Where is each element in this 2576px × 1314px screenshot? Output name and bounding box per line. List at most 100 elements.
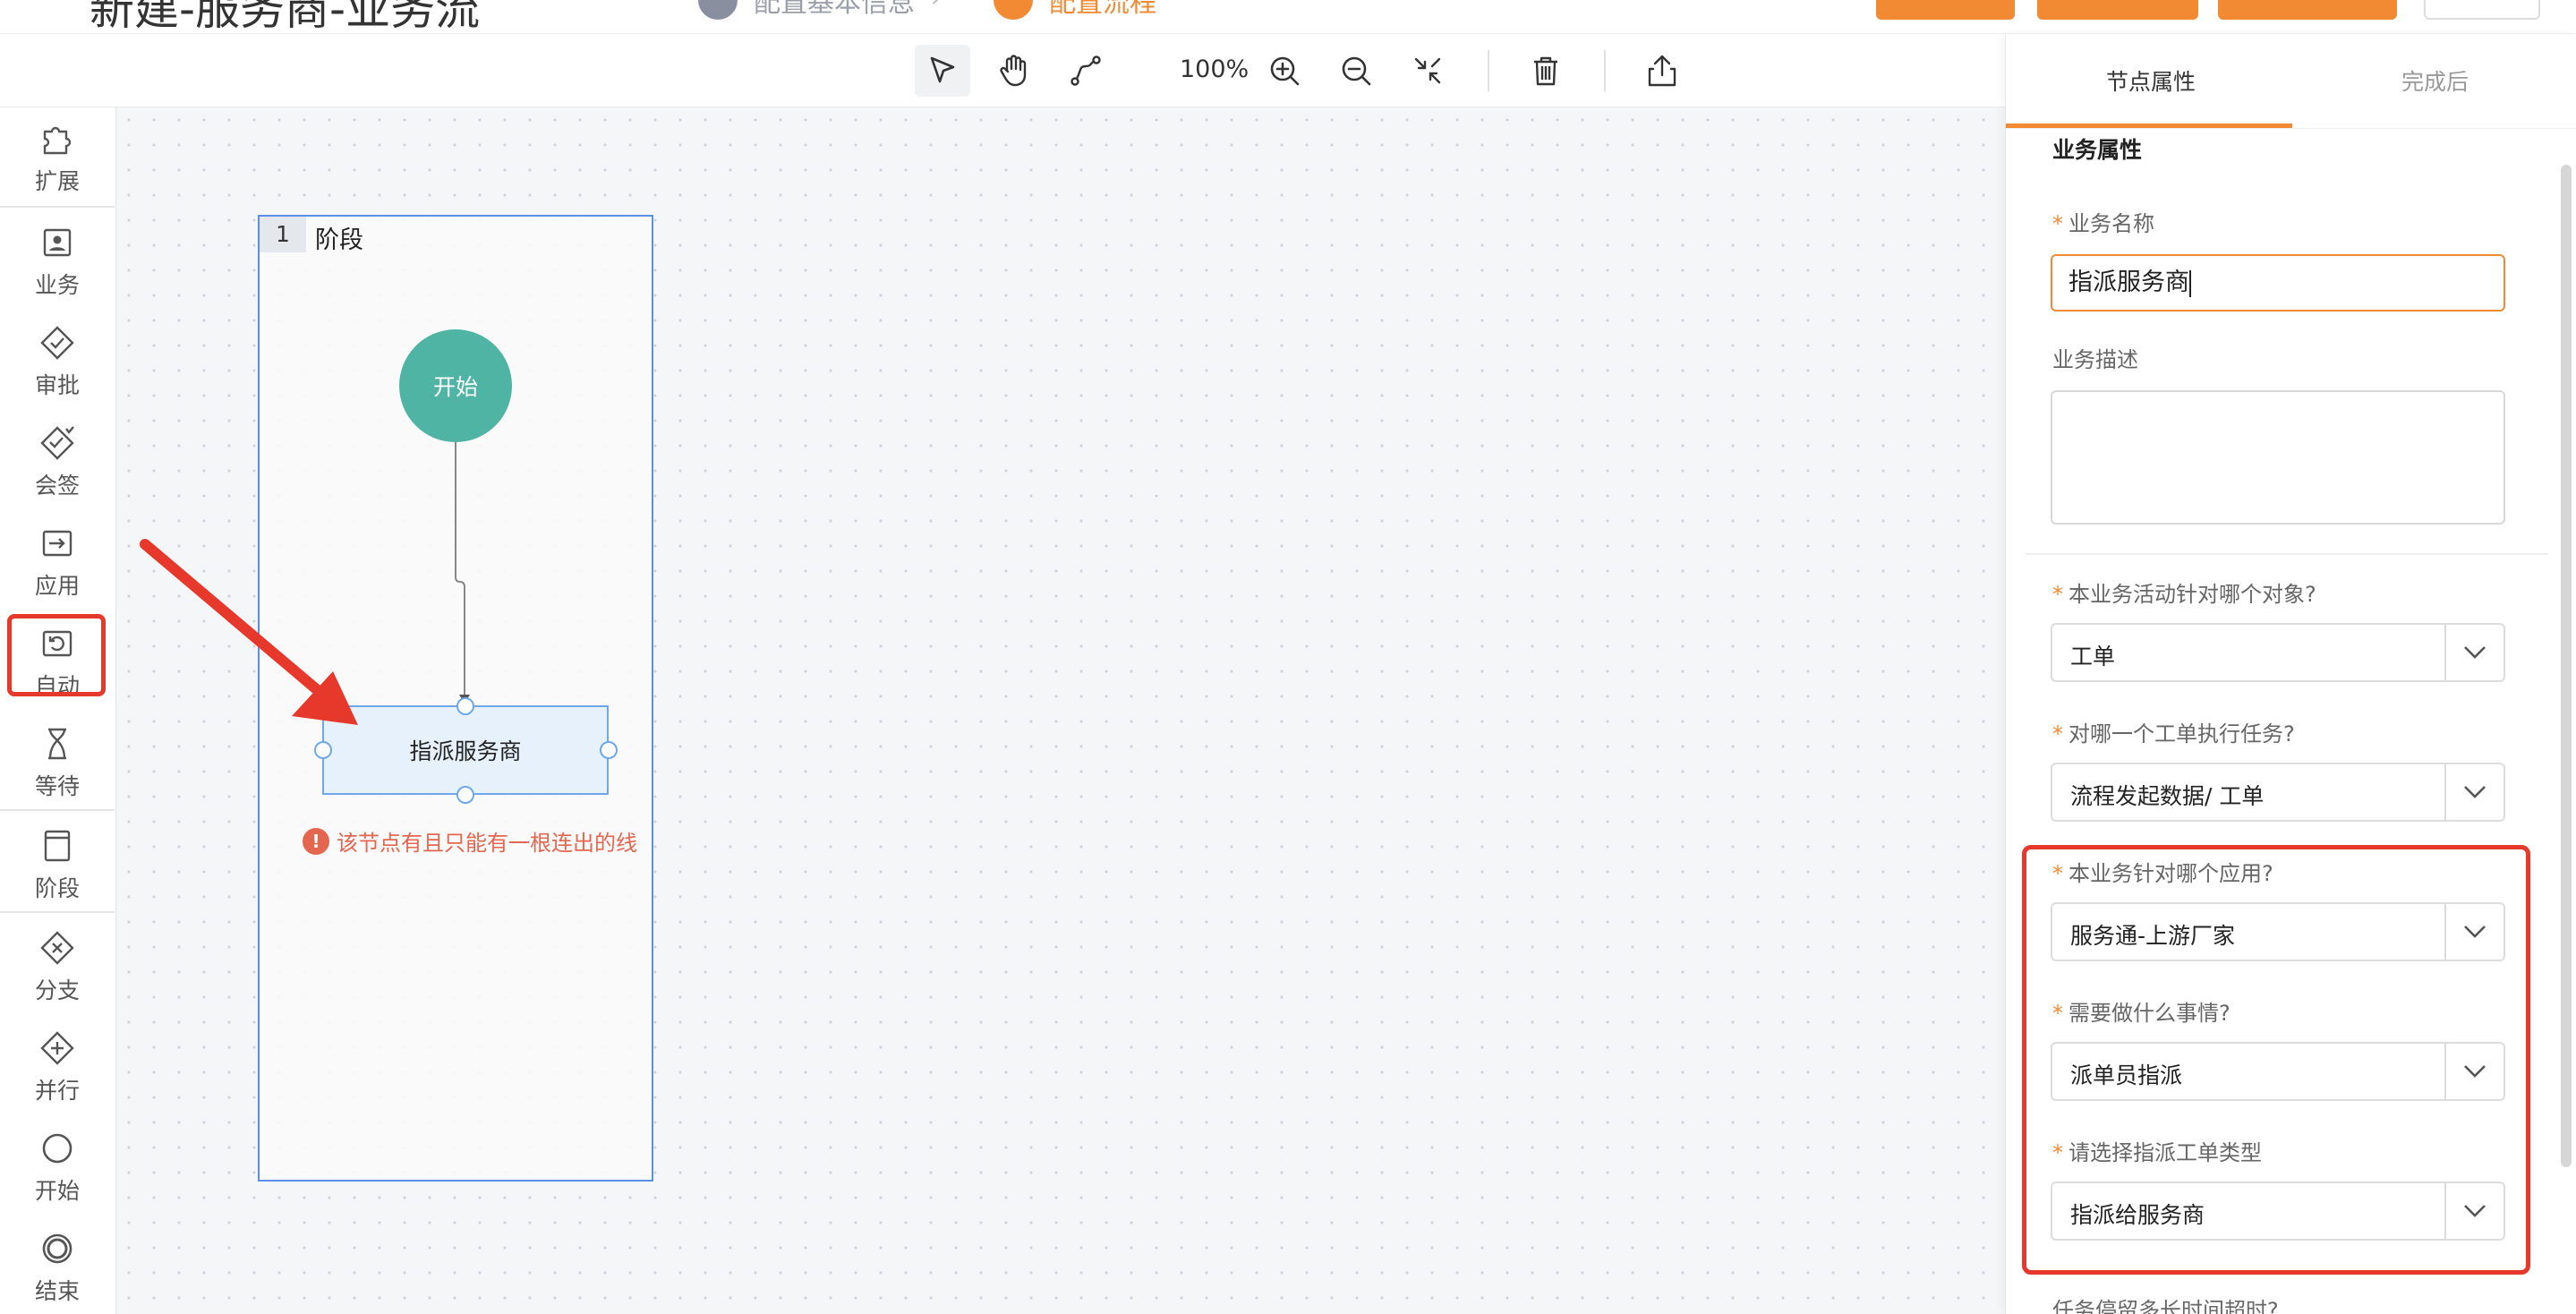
select-value: 指派给服务商 (2070, 1202, 2205, 1228)
header-button-1[interactable] (1876, 0, 2015, 20)
assign-type-select[interactable]: 指派给服务商 (2051, 1182, 2505, 1241)
step-arrow-icon: › (931, 0, 940, 13)
palette-divider (0, 911, 115, 913)
object-select[interactable]: 工单 (2051, 623, 2505, 682)
palette-item-countersign[interactable]: 会签 (0, 412, 115, 512)
diamond-multi-check-icon (40, 426, 74, 460)
palette-item-parallel[interactable]: 并行 (0, 1017, 115, 1117)
palette-item-end[interactable]: 结束 (0, 1217, 115, 1314)
step-dot (994, 0, 1033, 20)
palette-item-branch[interactable]: 分支 (0, 917, 115, 1017)
annotation-arrow (140, 539, 358, 725)
trash-icon (1534, 56, 1557, 86)
puzzle-icon (43, 126, 72, 155)
select-value: 流程发起数据/ 工单 (2070, 783, 2265, 809)
action-select[interactable]: 派单员指派 (2051, 1042, 2505, 1101)
annotation-highlight-box (7, 614, 106, 696)
palette-label: 业务 (34, 272, 80, 298)
section-title: 业务属性 (2052, 137, 2143, 163)
palette-item-wait[interactable]: 等待 (0, 712, 115, 813)
field-label-name: * 业务名称 (2052, 211, 2154, 236)
panel-divider (2026, 553, 2548, 555)
palette-item-extend[interactable]: 扩展 (0, 107, 115, 208)
hourglass-icon (48, 728, 66, 760)
active-tab-indicator (2006, 124, 2292, 128)
pointer-icon (930, 56, 955, 83)
zoom-out-button[interactable] (1328, 45, 1384, 97)
diamond-check-icon (40, 326, 74, 360)
field-label-assign-type: * 请选择指派工单类型 (2052, 1140, 2262, 1165)
toolbar-divider (1604, 50, 1606, 91)
tab-node-properties[interactable]: 节点属性 (2106, 64, 2196, 97)
palette-item-start[interactable]: 开始 (0, 1117, 115, 1217)
palette-label: 并行 (34, 1078, 80, 1104)
palette-label: 开始 (34, 1178, 80, 1204)
node-handle-bottom[interactable] (456, 786, 474, 804)
application-select[interactable]: 服务通-上游厂家 (2051, 902, 2505, 961)
step-label: 配置基本信息 (754, 0, 915, 19)
palette-item-stage[interactable]: 阶段 (0, 815, 115, 915)
double-circle-icon (42, 1233, 73, 1264)
chevron-down-icon[interactable] (2444, 1183, 2503, 1239)
fit-view-button[interactable] (1400, 45, 1455, 97)
business-description-textarea[interactable] (2051, 390, 2505, 525)
pan-tool-button[interactable] (986, 45, 1042, 97)
panel-tabs: 节点属性 完成后 (2006, 34, 2576, 129)
delete-button[interactable] (1518, 45, 1574, 97)
palette-item-application[interactable]: 应用 (0, 512, 115, 612)
connect-tool-button[interactable] (1058, 45, 1113, 97)
palette-label: 结束 (34, 1278, 80, 1304)
palette-label: 应用 (34, 573, 80, 599)
toolbar-divider (1488, 50, 1489, 91)
properties-panel: 节点属性 完成后 业务属性 * 业务名称 指派服务商 业务描述 * 本业务活动针对哪… (2005, 34, 2576, 1314)
select-tool-button[interactable] (915, 45, 970, 97)
palette-label: 分支 (34, 977, 80, 1003)
diamond-x-icon (40, 931, 74, 965)
zoom-level: 100% (1180, 55, 1250, 83)
header-button-3[interactable] (2218, 0, 2397, 20)
chevron-down-icon[interactable] (2444, 1044, 2503, 1099)
palette-label: 会签 (34, 473, 80, 499)
chevron-down-icon[interactable] (2444, 625, 2503, 680)
field-label-object: * 本业务活动针对哪个对象? (2052, 582, 2316, 607)
export-button[interactable] (1634, 45, 1690, 97)
circle-icon (42, 1133, 73, 1164)
chevron-down-icon[interactable] (2444, 764, 2503, 820)
hand-icon (1000, 55, 1027, 87)
palette-item-business[interactable]: 业务 (0, 211, 115, 311)
palette-item-approval[interactable]: 审批 (0, 311, 115, 412)
diamond-plus-icon (40, 1031, 74, 1065)
header-button-4[interactable] (2424, 0, 2540, 20)
palette-label: 审批 (34, 372, 80, 398)
palette-divider (0, 809, 115, 811)
stage-icon (44, 830, 71, 862)
share-icon (1648, 55, 1676, 87)
header-button-2[interactable] (2037, 0, 2198, 20)
step-dot (698, 0, 738, 20)
step-basic-info[interactable]: 配置基本信息 (698, 0, 915, 20)
workorder-select[interactable]: 流程发起数据/ 工单 (2051, 763, 2505, 822)
zoom-out-icon (1342, 56, 1371, 86)
step-flow-config[interactable]: 配置流程 (994, 0, 1156, 20)
business-name-input[interactable]: 指派服务商 (2051, 254, 2505, 311)
error-text: 该节点有且只能有一根连出的线 (337, 831, 637, 856)
app-arrow-icon (42, 530, 73, 557)
palette-label: 阶段 (34, 875, 80, 901)
panel-scrollbar[interactable] (2561, 165, 2572, 1167)
connector-icon (1070, 55, 1101, 86)
chevron-down-icon[interactable] (2444, 904, 2503, 960)
tab-after-complete[interactable]: 完成后 (2401, 64, 2469, 97)
palette-label: 扩展 (34, 168, 80, 194)
step-label: 配置流程 (1049, 0, 1156, 19)
field-label-application: * 本业务针对哪个应用? (2052, 861, 2273, 886)
select-value: 服务通-上游厂家 (2070, 923, 2236, 949)
canvas-toolbar: 100% (0, 34, 2005, 107)
flow-canvas[interactable]: 1 阶段 开始 指派服务商 ! 该节点有且只能有一根连出的线 (116, 107, 2005, 1314)
field-label-description: 业务描述 (2052, 347, 2138, 372)
select-value: 工单 (2070, 644, 2116, 670)
zoom-in-button[interactable] (1257, 45, 1312, 97)
node-handle-right[interactable] (600, 741, 618, 759)
field-label-action: * 需要做什么事情? (2052, 1001, 2231, 1026)
select-value: 派单员指派 (2070, 1062, 2183, 1088)
palette-divider (0, 206, 115, 208)
